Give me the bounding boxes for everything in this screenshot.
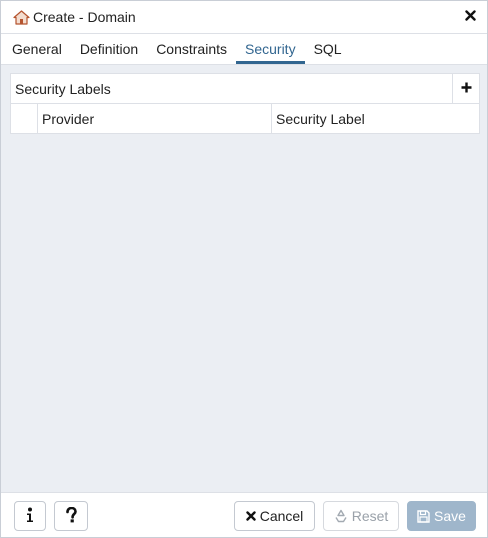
column-header-provider[interactable]: Provider bbox=[38, 104, 272, 133]
close-icon bbox=[246, 511, 256, 521]
create-domain-dialog: Create - Domain General Definition Const… bbox=[0, 0, 488, 538]
cancel-button[interactable]: Cancel bbox=[234, 501, 315, 531]
question-icon bbox=[65, 506, 77, 526]
save-button[interactable]: Save bbox=[407, 501, 476, 531]
cancel-label: Cancel bbox=[259, 508, 304, 524]
info-button[interactable] bbox=[14, 501, 46, 531]
tab-definition[interactable]: Definition bbox=[71, 34, 147, 64]
dialog-titlebar[interactable]: Create - Domain bbox=[1, 1, 487, 34]
tab-sql[interactable]: SQL bbox=[305, 34, 351, 64]
floppy-disk-icon bbox=[417, 509, 430, 523]
column-select bbox=[11, 104, 38, 133]
column-header-security-label[interactable]: Security Label bbox=[272, 104, 479, 133]
close-button[interactable] bbox=[462, 9, 478, 25]
tab-security[interactable]: Security bbox=[236, 34, 305, 64]
add-security-label-button[interactable] bbox=[452, 74, 479, 103]
security-labels-grid-header: Provider Security Label bbox=[11, 104, 479, 133]
info-icon bbox=[26, 507, 34, 526]
reset-button[interactable]: Reset bbox=[323, 501, 399, 531]
tab-constraints[interactable]: Constraints bbox=[147, 34, 236, 64]
plus-icon bbox=[461, 80, 472, 98]
dialog-title: Create - Domain bbox=[33, 9, 136, 25]
reset-label: Reset bbox=[351, 508, 389, 524]
dialog-footer: Cancel Reset Save bbox=[1, 492, 487, 537]
security-labels-panel: Security Labels Provider Security Label bbox=[10, 73, 480, 134]
tab-content-security: Security Labels Provider Security Label bbox=[1, 65, 487, 492]
help-button[interactable] bbox=[54, 501, 88, 531]
save-label: Save bbox=[434, 508, 466, 524]
domain-house-icon bbox=[13, 9, 30, 25]
dialog-tabs: General Definition Constraints Security … bbox=[1, 34, 487, 65]
security-labels-title: Security Labels bbox=[15, 80, 111, 97]
tab-general[interactable]: General bbox=[3, 34, 71, 64]
recycle-icon bbox=[334, 509, 348, 523]
security-labels-header: Security Labels bbox=[11, 74, 479, 104]
close-icon bbox=[464, 8, 476, 26]
